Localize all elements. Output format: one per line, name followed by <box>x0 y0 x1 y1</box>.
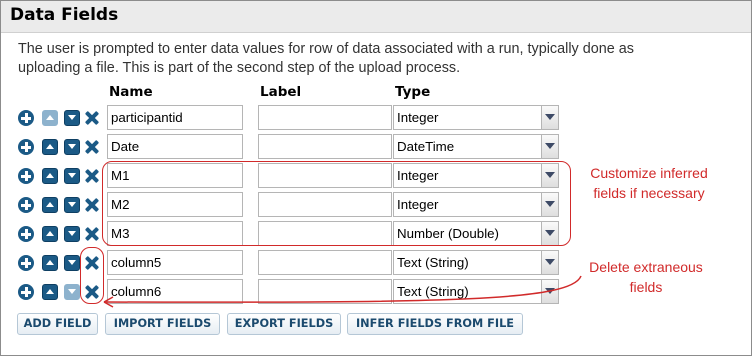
panel-header: Data Fields <box>1 1 751 33</box>
field-type-select[interactable]: Text (String) <box>393 250 542 275</box>
add-icon[interactable] <box>18 139 34 155</box>
delete-annotation: Delete extraneous fields <box>576 257 716 297</box>
column-header-label: Label <box>260 84 302 100</box>
infer-fields-from-file-button[interactable]: INFER FIELDS FROM FILE <box>347 313 523 335</box>
move-up-icon[interactable] <box>42 168 58 184</box>
move-up-icon[interactable] <box>42 139 58 155</box>
delete-icon[interactable] <box>85 197 99 213</box>
delete-icon[interactable] <box>85 139 99 155</box>
move-up-icon[interactable] <box>42 284 58 300</box>
column-header-name: Name <box>109 84 153 100</box>
dropdown-arrow-icon[interactable] <box>541 134 559 159</box>
annotation-line: fields if necessary <box>593 185 705 201</box>
add-icon[interactable] <box>18 255 34 271</box>
move-down-icon[interactable] <box>64 255 80 271</box>
description-line: uploading a file. This is part of the se… <box>18 60 461 76</box>
field-type-select[interactable]: Text (String) <box>393 279 542 304</box>
annotation-line: Customize inferred <box>590 165 708 181</box>
customize-annotation: Customize inferred fields if necessary <box>579 163 719 203</box>
add-icon[interactable] <box>18 226 34 242</box>
field-type-select[interactable]: DateTime <box>393 134 542 159</box>
add-icon[interactable] <box>18 197 34 213</box>
move-down-icon[interactable] <box>64 139 80 155</box>
move-up-icon[interactable] <box>42 197 58 213</box>
move-down-icon[interactable] <box>64 226 80 242</box>
import-fields-button[interactable]: IMPORT FIELDS <box>105 313 220 335</box>
customize-highlight-box <box>102 161 571 246</box>
delete-icon[interactable] <box>85 168 99 184</box>
add-icon[interactable] <box>18 168 34 184</box>
field-row: Date DateTime <box>1 134 752 159</box>
column-header-type: Type <box>395 84 431 100</box>
move-down-icon[interactable] <box>64 168 80 184</box>
field-label-input[interactable] <box>258 134 392 159</box>
data-fields-panel: Data Fields The user is prompted to ente… <box>0 0 752 356</box>
field-name-input[interactable]: Date <box>107 134 243 159</box>
dropdown-arrow-icon[interactable] <box>541 250 559 275</box>
move-down-icon[interactable] <box>64 284 80 300</box>
move-up-icon[interactable] <box>42 226 58 242</box>
annotation-line: fields <box>629 279 663 295</box>
move-up-icon[interactable] <box>42 255 58 271</box>
move-down-icon[interactable] <box>64 110 80 126</box>
add-field-button[interactable]: ADD FIELD <box>17 313 98 335</box>
field-name-input[interactable]: column5 <box>107 250 243 275</box>
move-up-icon[interactable] <box>42 110 58 126</box>
field-name-input[interactable]: column6 <box>107 279 243 304</box>
export-fields-button[interactable]: EXPORT FIELDS <box>227 313 341 335</box>
dropdown-arrow-icon[interactable] <box>541 279 559 304</box>
dropdown-arrow-icon[interactable] <box>541 105 559 130</box>
field-row: participantid Integer <box>1 105 752 130</box>
add-icon[interactable] <box>18 284 34 300</box>
delete-highlight-box <box>80 247 104 304</box>
field-label-input[interactable] <box>258 279 392 304</box>
add-icon[interactable] <box>18 110 34 126</box>
delete-icon[interactable] <box>85 110 99 126</box>
field-label-input[interactable] <box>258 105 392 130</box>
description-line: The user is prompted to enter data value… <box>18 41 634 57</box>
panel-description: The user is prompted to enter data value… <box>18 40 738 78</box>
move-down-icon[interactable] <box>64 197 80 213</box>
field-name-input[interactable]: participantid <box>107 105 243 130</box>
field-label-input[interactable] <box>258 250 392 275</box>
field-type-select[interactable]: Integer <box>393 105 542 130</box>
delete-icon[interactable] <box>85 226 99 242</box>
panel-title: Data Fields <box>10 5 119 25</box>
annotation-line: Delete extraneous <box>589 259 703 275</box>
